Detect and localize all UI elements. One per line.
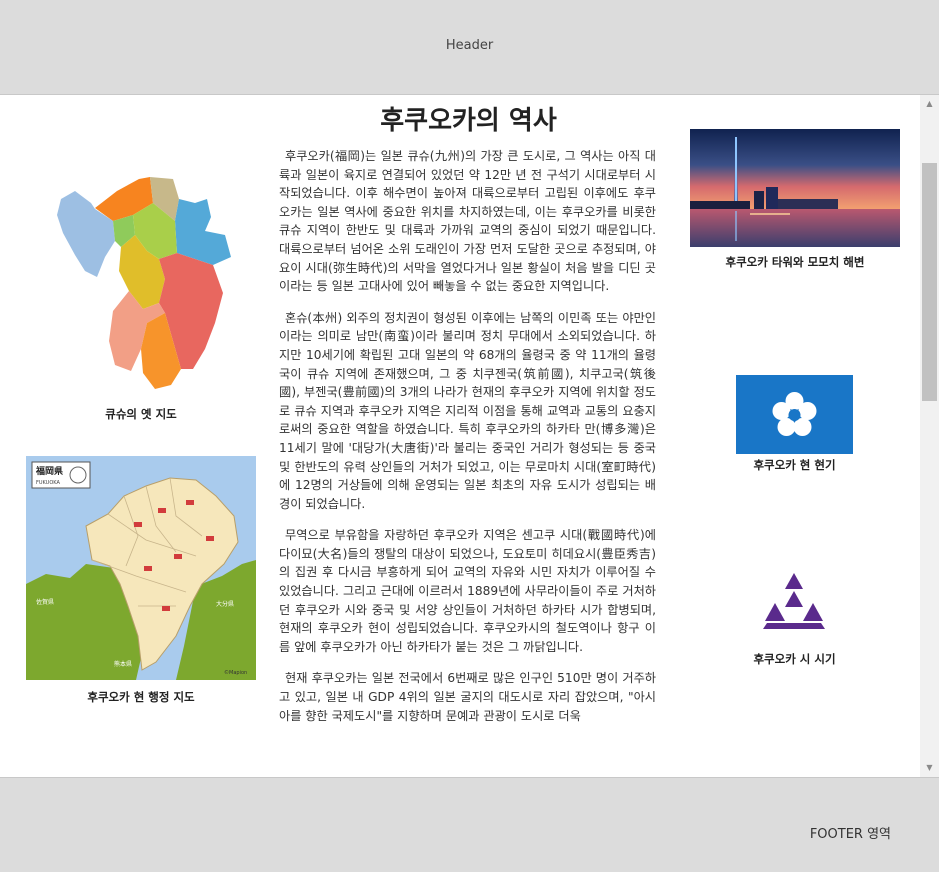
article-body: 후쿠오카(福岡)는 일본 큐슈(九州)의 가장 큰 도시로, 그 역사는 아직 … [279,147,656,738]
admin-map-credit: ©Mapion [224,669,247,676]
map-region [175,199,231,265]
city-flag-caption: 후쿠오카 시 시기 [753,652,836,666]
scroll-up-arrow-icon[interactable]: ▲ [920,95,939,113]
prefecture-flag-caption: 후쿠오카 현 현기 [753,458,836,472]
scroll-down-arrow-icon[interactable]: ▼ [920,759,939,777]
page-footer: FOOTER 영역 [0,777,939,872]
fukuoka-prefecture-flag-image [736,375,853,454]
header-label: Header [445,38,494,53]
tower-caption: 후쿠오카 타워와 모모치 해변 [725,255,865,269]
admin-map-caption: 후쿠오카 현 행정 지도 [87,690,195,704]
article-paragraph: 무역으로 부유함을 자랑하던 후쿠오카 지역은 센고쿠 시대(戰國時代)에 다이… [279,528,656,654]
admin-map-title: 福岡県 [35,465,63,477]
article-paragraph: 후쿠오카(福岡)는 일본 큐슈(九州)의 가장 큰 도시로, 그 역사는 아직 … [279,149,656,294]
admin-map-label-kumamoto: 熊本県 [114,660,132,668]
fukuoka-tower-photo [690,129,900,247]
scrollbar-thumb[interactable] [922,163,937,401]
page-header: Header [0,0,939,95]
admin-map-label-oita: 大分県 [216,600,234,608]
article-paragraph: 현재 후쿠오카는 일본 전국에서 6번째로 많은 인구인 510만 명이 거주하… [279,671,656,723]
fukuoka-city-flag-image [763,573,825,629]
admin-map-subtitle: FUKUOKA [36,480,60,486]
footer-label: FOOTER 영역 [809,827,891,842]
fukuoka-admin-map-image: 福岡県 FUKUOKA 佐賀県 大分県 熊本県 ©Mapion [26,456,256,680]
main-content[interactable]: 후쿠오카의 역사 큐슈의 옛 지도 福岡県 FUKUOKA 佐賀県 大分県 熊本… [0,95,920,777]
admin-map-label-saga: 佐賀県 [36,598,54,606]
article-paragraph: 혼슈(本州) 외주의 정치권이 형성된 이후에는 남쪽의 이민족 또는 야만인이… [279,310,656,511]
page-title: 후쿠오카의 역사 [380,106,557,136]
old-map-caption: 큐슈의 옛 지도 [105,407,177,421]
kyushu-old-map-image [57,177,231,389]
vertical-scrollbar[interactable]: ▲ ▼ [920,95,939,777]
